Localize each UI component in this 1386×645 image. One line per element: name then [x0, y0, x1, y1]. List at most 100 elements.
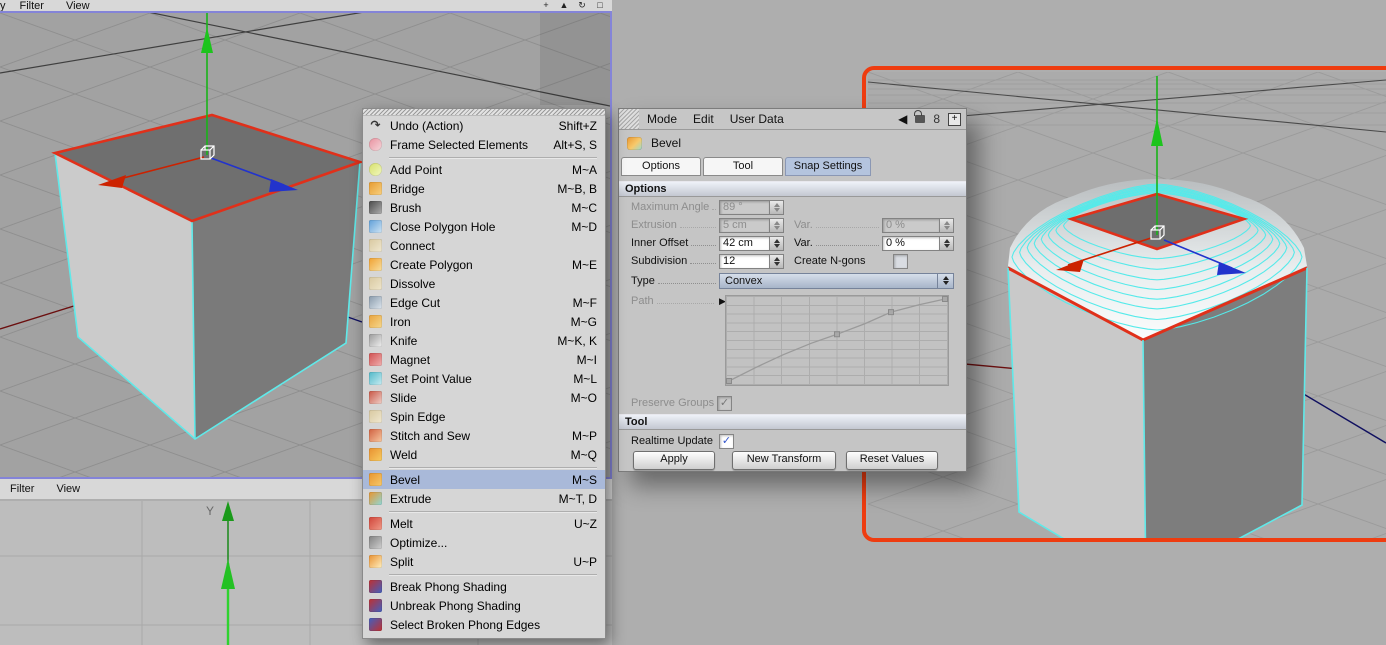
lock-icon[interactable]: [914, 110, 926, 123]
tool-section-header: Tool: [619, 414, 966, 430]
viewport-menu-view[interactable]: View: [66, 0, 90, 11]
menu-item-select-broken-phong-edges[interactable]: Select Broken Phong Edges: [363, 615, 605, 634]
path-label: Path: [631, 295, 654, 307]
realtime-update-checkbox[interactable]: ✓: [718, 433, 734, 449]
menu-item-shortcut: M~T, D: [558, 491, 597, 506]
menu-item-shortcut: M~C: [571, 200, 597, 215]
menu-item-shortcut: M~I: [576, 352, 597, 367]
menu-mode[interactable]: Mode: [647, 112, 677, 126]
rotate-icon[interactable]: ↻: [576, 0, 588, 11]
menu-item-iron[interactable]: Iron M~G: [363, 312, 605, 331]
menu-item-set-point-value[interactable]: Set Point Value M~L: [363, 369, 605, 388]
inner-offset-input[interactable]: 42 cm: [719, 235, 769, 251]
extrusion-var-input: 0 %: [882, 217, 939, 233]
subdivision-label: Subdivision: [631, 255, 688, 267]
weld-icon: [369, 448, 382, 461]
magnet-icon: [369, 353, 382, 366]
menu-item-dissolve[interactable]: Dissolve: [363, 274, 605, 293]
tab-snap-settings[interactable]: Snap Settings: [785, 157, 871, 176]
menu-item-add-point[interactable]: Add Point M~A: [363, 160, 605, 179]
viewport-menu-view[interactable]: View: [56, 483, 80, 495]
maximize-icon[interactable]: □: [594, 0, 606, 11]
menu-item-shortcut: Alt+S, S: [553, 137, 597, 152]
menu-item-undo[interactable]: ↷ Undo (Action) Shift+Z: [363, 116, 605, 135]
type-dropdown-stepper[interactable]: [937, 272, 954, 289]
viewport-menu-filter[interactable]: Filter: [10, 483, 34, 495]
panel-grip-stripes[interactable]: [619, 109, 639, 129]
extrusion-stepper: [769, 217, 784, 233]
zoom-icon[interactable]: ▲: [558, 0, 570, 11]
menu-separator: [363, 571, 605, 577]
spin-edge-icon: [369, 410, 382, 423]
menu-item-split[interactable]: Split U~P: [363, 552, 605, 571]
menu-item-slide[interactable]: Slide M~O: [363, 388, 605, 407]
subdivision-stepper[interactable]: [769, 253, 784, 269]
menu-item-stitch-and-sew[interactable]: Stitch and Sew M~P: [363, 426, 605, 445]
inner-offset-var-input[interactable]: 0 %: [882, 235, 939, 251]
menu-item-break-phong-shading[interactable]: Break Phong Shading: [363, 577, 605, 596]
new-panel-icon[interactable]: +: [948, 112, 961, 126]
menu-item-unbreak-phong-shading[interactable]: Unbreak Phong Shading: [363, 596, 605, 615]
add-point-icon: [369, 163, 382, 176]
menu-separator: [363, 508, 605, 514]
maximum-angle-input: 89 °: [719, 199, 769, 215]
apply-button[interactable]: Apply: [633, 451, 715, 470]
tab-options[interactable]: Options: [621, 157, 701, 176]
menu-item-magnet[interactable]: Magnet M~I: [363, 350, 605, 369]
menu-item-frame-selected-elements[interactable]: Frame Selected Elements Alt+S, S: [363, 135, 605, 154]
menu-item-shortcut: M~O: [570, 390, 597, 405]
maximum-angle-label: Maximum Angle: [631, 201, 710, 213]
menu-item-label: Close Polygon Hole: [390, 219, 496, 234]
reset-values-button[interactable]: Reset Values: [846, 451, 938, 470]
menu-item-bridge[interactable]: Bridge M~B, B: [363, 179, 605, 198]
menu-item-weld[interactable]: Weld M~Q: [363, 445, 605, 464]
extrusion-label: Extrusion: [631, 219, 677, 231]
menu-item-knife[interactable]: Knife M~K, K: [363, 331, 605, 350]
type-dropdown[interactable]: Convex: [719, 272, 954, 289]
inner-offset-var-stepper[interactable]: [939, 235, 954, 251]
menu-item-bevel[interactable]: Bevel M~S: [363, 470, 605, 489]
menu-item-create-polygon[interactable]: Create Polygon M~E: [363, 255, 605, 274]
cinema4d-workspace: { "left_viewport": { "menu": ["y", "Filt…: [0, 0, 1386, 645]
path-curve-editor[interactable]: [725, 295, 949, 386]
menu-item-shortcut: M~Q: [570, 447, 597, 462]
undo-icon: ↷: [370, 118, 381, 132]
tab-tool[interactable]: Tool: [703, 157, 783, 176]
menu-edit[interactable]: Edit: [693, 112, 714, 126]
attributes-panel: Mode Edit User Data ◀ 8 + Bevel Options …: [618, 108, 967, 472]
menu-item-brush[interactable]: Brush M~C: [363, 198, 605, 217]
melt-icon: [369, 517, 382, 530]
iron-icon: [369, 315, 382, 328]
menu-item-melt[interactable]: Melt U~Z: [363, 514, 605, 533]
type-dropdown-value: Convex: [719, 272, 937, 289]
menu-item-label: Brush: [390, 200, 422, 215]
menu-item-edge-cut[interactable]: Edge Cut M~F: [363, 293, 605, 312]
viewport-menu-partial[interactable]: y: [0, 0, 6, 11]
viewport-menu-filter[interactable]: Filter: [20, 0, 44, 11]
knife-icon: [369, 334, 382, 347]
menu-item-connect[interactable]: Connect: [363, 236, 605, 255]
inner-offset-stepper[interactable]: [769, 235, 784, 251]
new-transform-button[interactable]: New Transform: [732, 451, 836, 470]
menu-item-extrude[interactable]: Extrude M~T, D: [363, 489, 605, 508]
menu-item-shortcut: U~P: [573, 554, 597, 569]
menu-item-label: Magnet: [390, 352, 431, 367]
menu-item-shortcut: M~L: [573, 371, 597, 386]
menu-item-close-polygon-hole[interactable]: Close Polygon Hole M~D: [363, 217, 605, 236]
menu-user-data[interactable]: User Data: [730, 112, 784, 126]
menu-item-label: Extrude: [390, 491, 432, 506]
extrude-icon: [369, 492, 382, 505]
menu-item-shortcut: M~K, K: [557, 333, 597, 348]
preserve-groups-label: Preserve Groups: [631, 397, 715, 409]
sticky-mode-icon[interactable]: 8: [933, 113, 940, 125]
type-label: Type: [631, 274, 655, 287]
history-back-icon[interactable]: ◀: [898, 112, 907, 126]
menu-item-spin-edge[interactable]: Spin Edge: [363, 407, 605, 426]
subdivision-input[interactable]: 12: [719, 253, 769, 269]
create-ngons-checkbox[interactable]: [893, 253, 908, 269]
menu-grip-stripes[interactable]: [363, 109, 605, 116]
pan-icon[interactable]: +: [540, 0, 552, 11]
viewport-shade-overlay: [540, 13, 610, 105]
menu-item-optimize[interactable]: Optimize...: [363, 533, 605, 552]
create-ngons-label: Create N-gons: [794, 255, 866, 267]
